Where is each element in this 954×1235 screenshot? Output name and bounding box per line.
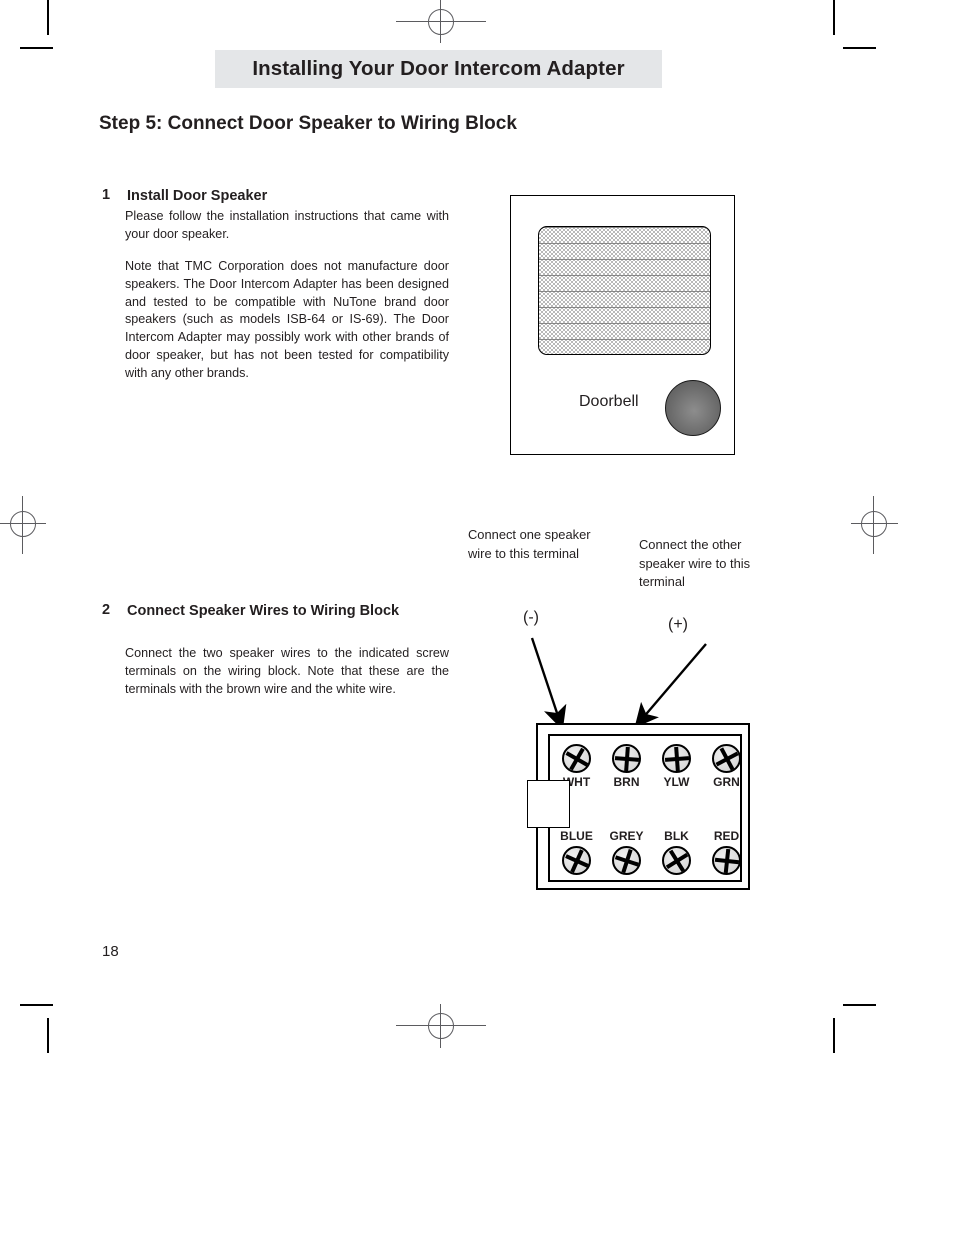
- screw-slot-icon: [623, 746, 630, 771]
- terminal-screw-brn[interactable]: [612, 744, 641, 773]
- terminal-screw-ylw[interactable]: [662, 744, 691, 773]
- registration-mark-top: [396, 0, 486, 45]
- terminal-label-blk: BLK: [664, 829, 689, 843]
- crop-mark-bottom-right-horizontal: [843, 1004, 876, 1006]
- document-page: Installing Your Door Intercom Adapter St…: [0, 0, 954, 1235]
- crop-mark-top-left-horizontal: [20, 47, 53, 49]
- terminal-label-brn: BRN: [613, 775, 640, 789]
- terminal-screw-wht[interactable]: [562, 744, 591, 773]
- screw-slot-icon: [673, 746, 680, 771]
- registration-mark-bottom: [396, 1000, 486, 1048]
- step-1-paragraph-1: Please follow the installation instructi…: [125, 209, 449, 241]
- terminal-label-grey: GREY: [609, 829, 644, 843]
- crop-mark-bottom-left-horizontal: [20, 1004, 53, 1006]
- doorbell-label: Doorbell: [579, 393, 639, 410]
- door-speaker-figure: Doorbell: [510, 195, 735, 455]
- page-title: Step 5: Connect Door Speaker to Wiring B…: [99, 113, 517, 134]
- doorbell-push-button[interactable]: [665, 380, 721, 436]
- terminal-screw-blk[interactable]: [662, 846, 691, 875]
- callout-right-text: Connect the other speaker wire to this t…: [639, 537, 751, 590]
- crop-mark-top-right-horizontal: [843, 47, 876, 49]
- terminal-label-ylw: YLW: [663, 775, 690, 789]
- screw-slot-icon: [668, 849, 685, 872]
- step-1-body: Please follow the installation instructi…: [125, 208, 449, 383]
- running-header-banner: Installing Your Door Intercom Adapter: [215, 50, 662, 88]
- terminal-screw-grn[interactable]: [712, 744, 741, 773]
- callout-left-text: Connect one speaker wire to this termina…: [468, 527, 591, 561]
- step-1-heading: Install Door Speaker: [127, 188, 268, 204]
- terminal-screw-blue[interactable]: [562, 846, 591, 875]
- terminal-label-grn: GRN: [713, 775, 740, 789]
- terminal-label-blue: BLUE: [560, 829, 593, 843]
- step-2-paragraph-1: Connect the two speaker wires to the ind…: [125, 646, 449, 696]
- crop-mark-top-right-vertical: [833, 0, 835, 35]
- terminal-screw-red[interactable]: [712, 846, 741, 875]
- speaker-grille-icon: [538, 226, 711, 355]
- step-2-body: Connect the two speaker wires to the ind…: [125, 645, 449, 699]
- step-2-heading: Connect Speaker Wires to Wiring Block: [127, 603, 400, 619]
- running-header-text: Installing Your Door Intercom Adapter: [252, 57, 625, 80]
- registration-mark-right: [838, 496, 898, 556]
- terminal-screw-grey[interactable]: [612, 846, 641, 875]
- page-number: 18: [102, 943, 119, 960]
- crop-mark-bottom-right-vertical: [833, 1018, 835, 1053]
- step-2-number: 2: [102, 602, 111, 618]
- crop-mark-top-left-vertical: [47, 0, 49, 35]
- step-1-number: 1: [102, 187, 111, 203]
- terminal-label-red: RED: [713, 829, 740, 843]
- registration-mark-left: [0, 496, 48, 556]
- wiring-block-side-tab: [527, 780, 570, 828]
- crop-mark-bottom-left-vertical: [47, 1018, 49, 1053]
- screw-slot-icon: [723, 848, 730, 873]
- step-1-paragraph-2: Note that TMC Corporation does not manuf…: [125, 258, 449, 380]
